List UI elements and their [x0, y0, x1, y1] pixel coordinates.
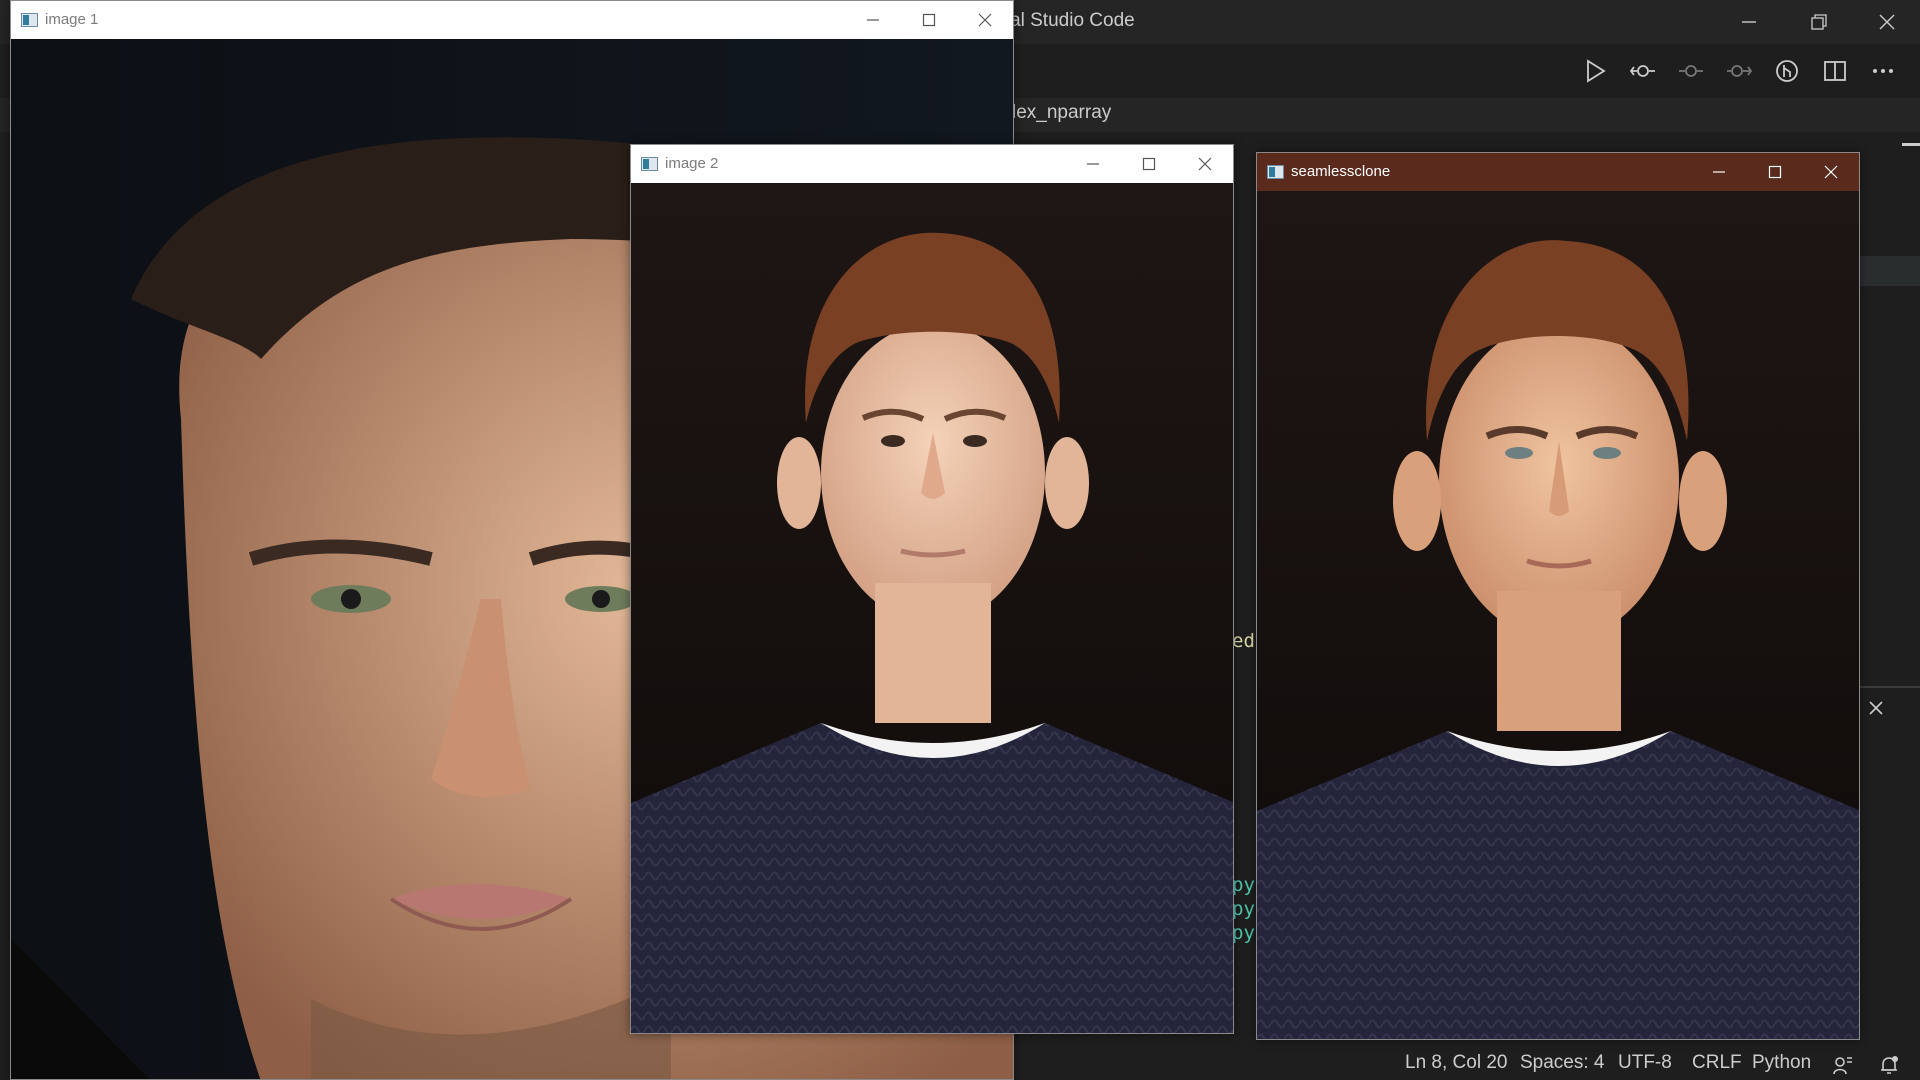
- window-title: image 1: [45, 11, 99, 28]
- opencv-window-icon: [1267, 165, 1284, 179]
- code-fragment: py: [1232, 922, 1255, 944]
- image-2-photo: [631, 183, 1233, 1033]
- next-change-icon[interactable]: [1724, 56, 1754, 86]
- window-titlebar[interactable]: image 2: [631, 145, 1233, 183]
- opencv-window-icon: [641, 157, 658, 171]
- window-titlebar[interactable]: seamlessclone: [1257, 153, 1859, 191]
- git-lens-icon[interactable]: [1772, 56, 1802, 86]
- scrollbar-marker: [1902, 143, 1920, 146]
- status-indentation[interactable]: Spaces: 4: [1520, 1052, 1605, 1074]
- vscode-minimize-button[interactable]: [1714, 0, 1784, 44]
- window-title: seamlessclone: [1291, 163, 1391, 180]
- window-title: image 2: [665, 155, 719, 172]
- breadcrumb-symbol[interactable]: lex_nparray: [1012, 102, 1111, 124]
- window-titlebar[interactable]: image 1: [11, 1, 1013, 39]
- panel-divider: [1860, 686, 1920, 688]
- vscode-restore-button[interactable]: [1784, 0, 1854, 44]
- image-2-window[interactable]: image 2: [630, 144, 1234, 1034]
- feedback-icon[interactable]: [1832, 1054, 1854, 1076]
- minimize-button[interactable]: [845, 1, 901, 39]
- seamlessclone-window[interactable]: seamlessclone: [1256, 152, 1860, 1040]
- maximize-button[interactable]: [1747, 153, 1803, 191]
- minimize-button[interactable]: [1065, 145, 1121, 183]
- more-actions-icon[interactable]: [1868, 56, 1898, 86]
- close-button[interactable]: [957, 1, 1013, 39]
- code-fragment: py: [1232, 874, 1255, 896]
- code-fragment: py: [1232, 898, 1255, 920]
- status-line-ending[interactable]: CRLF: [1692, 1052, 1742, 1074]
- status-cursor-position[interactable]: Ln 8, Col 20: [1405, 1052, 1507, 1074]
- panel-close-icon[interactable]: [1868, 700, 1884, 716]
- close-button[interactable]: [1177, 145, 1233, 183]
- run-icon[interactable]: [1580, 56, 1610, 86]
- minimize-button[interactable]: [1691, 153, 1747, 191]
- vscode-close-button[interactable]: [1852, 0, 1920, 44]
- status-language-mode[interactable]: Python: [1752, 1052, 1811, 1074]
- opencv-window-icon: [21, 13, 38, 27]
- maximize-button[interactable]: [901, 1, 957, 39]
- status-encoding[interactable]: UTF-8: [1618, 1052, 1672, 1074]
- close-button[interactable]: [1803, 153, 1859, 191]
- split-editor-icon[interactable]: [1820, 56, 1850, 86]
- maximize-button[interactable]: [1121, 145, 1177, 183]
- open-changes-icon[interactable]: [1628, 56, 1658, 86]
- code-fragment: ed: [1232, 630, 1255, 652]
- previous-change-icon[interactable]: [1676, 56, 1706, 86]
- notifications-bell-icon[interactable]: [1878, 1054, 1900, 1076]
- seamlessclone-image: [1257, 191, 1859, 1039]
